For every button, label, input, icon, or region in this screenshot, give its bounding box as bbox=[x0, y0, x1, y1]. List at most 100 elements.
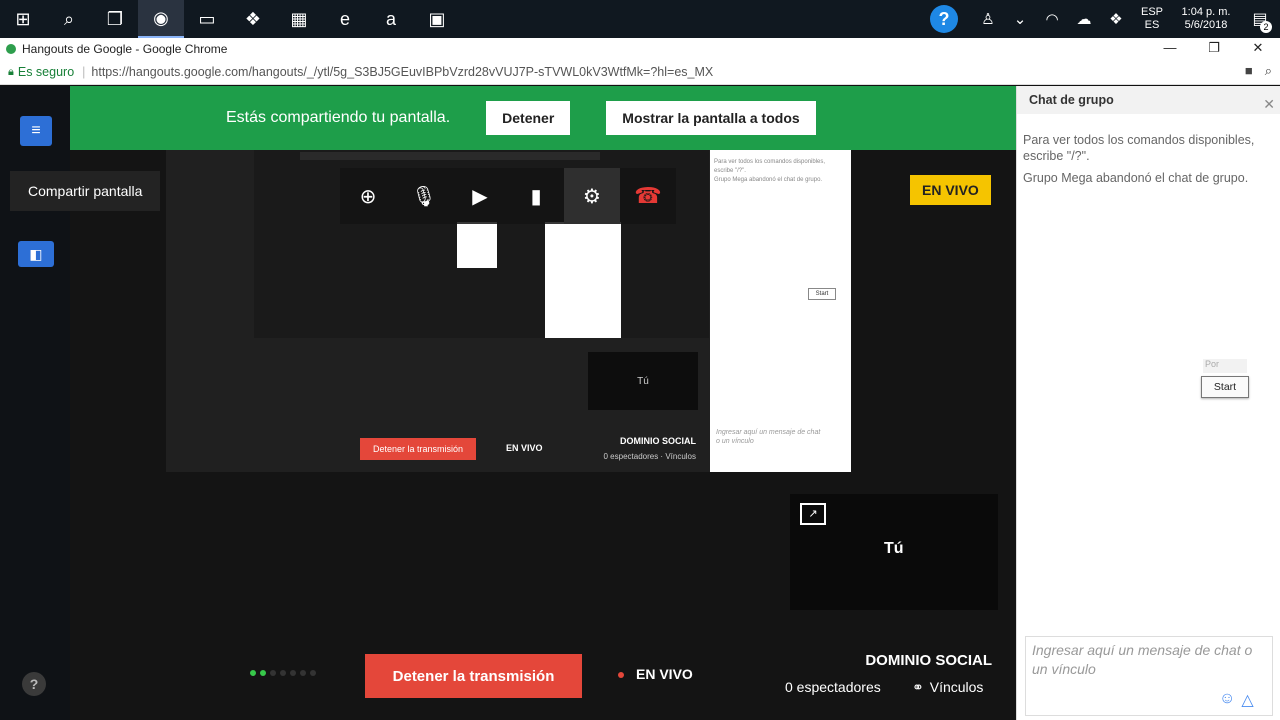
mic-level-dot bbox=[300, 670, 306, 676]
lang-bottom: ES bbox=[1144, 19, 1160, 31]
restore-button[interactable]: ❐ bbox=[1192, 38, 1236, 60]
live-indicator-dot bbox=[618, 672, 624, 678]
preview-white-block bbox=[457, 222, 497, 268]
mic-level-dot bbox=[310, 670, 316, 676]
show-screen-to-all-button[interactable]: Mostrar la pantalla a todos bbox=[606, 101, 816, 135]
mute-microphone-icon[interactable]: 🎙︎ bbox=[396, 168, 452, 224]
preview-chat-left: Grupo Mega abandonó el chat de grupo. bbox=[714, 177, 823, 183]
dropbox-tray-icon[interactable]: ❖ bbox=[1100, 10, 1132, 28]
secure-label[interactable]: Es seguro bbox=[18, 65, 74, 79]
viewer-count: 0 espectadores bbox=[785, 679, 881, 695]
preview-share-bar bbox=[300, 152, 600, 160]
live-badge: EN VIVO bbox=[910, 175, 991, 205]
notification-count: 2 bbox=[1260, 21, 1272, 33]
task-view-icon[interactable]: ❐ bbox=[92, 0, 138, 38]
minimize-button[interactable]: — bbox=[1148, 38, 1192, 60]
screen: ⊞ ⌕ ❐ ◉ ▭ ❖ ▦ e a ▣ ? ♙ ⌄ ◠ ☁ ❖ ESP ES 1… bbox=[0, 0, 1280, 720]
language-indicator[interactable]: ESP ES bbox=[1132, 6, 1172, 32]
preview-chat-panel: Para ver todos los comandos disponibles,… bbox=[710, 150, 851, 472]
chat-left-message: Grupo Mega abandonó el chat de grupo. bbox=[1023, 171, 1249, 185]
windows-start-icon[interactable]: ⊞ bbox=[0, 0, 46, 38]
window-titlebar: Hangouts de Google - Google Chrome — ❐ ✕ bbox=[0, 38, 1280, 60]
cloud-icon[interactable]: ☁ bbox=[1068, 10, 1100, 28]
preview-viewers: 0 espectadores · Vínculos bbox=[603, 452, 697, 461]
live-label: EN VIVO bbox=[636, 666, 693, 682]
lock-icon[interactable]: 🔒︎ bbox=[8, 66, 14, 79]
camera-off-icon[interactable]: ▶ bbox=[452, 168, 508, 224]
mic-level-dot bbox=[290, 670, 296, 676]
file-explorer-icon[interactable]: ▭ bbox=[184, 0, 230, 38]
preview-chat-block bbox=[545, 222, 621, 338]
self-view-label: Tú bbox=[884, 540, 904, 557]
self-view-tile[interactable]: ↗ Tú bbox=[790, 494, 998, 610]
mic-level-dot bbox=[270, 670, 276, 676]
broadcast-name: DOMINIO SOCIAL bbox=[865, 652, 992, 669]
expand-icon[interactable]: ↗ bbox=[800, 503, 826, 525]
chat-title: Chat de grupo bbox=[1029, 93, 1114, 107]
settings-gear-icon[interactable]: ⚙ bbox=[564, 168, 620, 224]
notification-center-icon[interactable]: ▤ 2 bbox=[1240, 9, 1280, 33]
help-button[interactable]: ? bbox=[22, 672, 46, 696]
amazon-icon[interactable]: a bbox=[368, 0, 414, 38]
hangouts-main: ≡ ◧ ? Compartir pantalla Estás compartie… bbox=[0, 86, 1016, 720]
start-button[interactable]: Start bbox=[1201, 376, 1249, 398]
wifi-icon[interactable]: ◠ bbox=[1036, 10, 1068, 28]
address-separator: | bbox=[82, 65, 86, 79]
links-label: Vínculos bbox=[929, 679, 984, 695]
search-icon[interactable]: ⌕ bbox=[46, 0, 92, 38]
preview-viewers-count: 0 espectadores bbox=[603, 452, 659, 461]
share-screen-tooltip: Compartir pantalla bbox=[10, 171, 160, 211]
windows-taskbar: ⊞ ⌕ ❐ ◉ ▭ ❖ ▦ e a ▣ ? ♙ ⌄ ◠ ☁ ❖ ESP ES 1… bbox=[0, 0, 1280, 38]
system-tray: ? ♙ ⌄ ◠ ☁ ❖ ESP ES 1:04 p. m. 5/6/2018 ▤… bbox=[930, 0, 1280, 38]
hang-up-icon[interactable]: ☎ bbox=[620, 168, 676, 224]
preview-domain: DOMINIO SOCIAL bbox=[620, 436, 696, 446]
chat-header: Chat de grupo ✕ bbox=[1017, 86, 1280, 114]
dropbox-icon[interactable]: ❖ bbox=[230, 0, 276, 38]
screen-share-banner: Estás compartiendo tu pantalla. Detener … bbox=[70, 86, 1016, 150]
chat-help-text: Para ver todos los comandos disponibles,… bbox=[1023, 133, 1255, 163]
emoji-icon[interactable]: ☺ bbox=[1219, 690, 1235, 710]
call-toolbar: ⊕ 🎙︎ ▶ ▮ ⚙ ☎ bbox=[340, 168, 676, 224]
stop-broadcast-button[interactable]: Detener la transmisión bbox=[365, 654, 582, 698]
preview-chat-text: Para ver todos los comandos disponibles,… bbox=[714, 158, 844, 185]
group-chat-panel: Chat de grupo ✕ Para ver todos los coman… bbox=[1016, 86, 1280, 720]
links-button[interactable]: ⚭ Vínculos bbox=[912, 679, 983, 696]
close-button[interactable]: ✕ bbox=[1236, 38, 1280, 60]
chat-icon[interactable]: ≡ bbox=[20, 116, 52, 146]
edge-icon[interactable]: e bbox=[322, 0, 368, 38]
drive-icon[interactable]: △ bbox=[1241, 690, 1253, 710]
store-icon[interactable]: ▦ bbox=[276, 0, 322, 38]
address-bar[interactable]: 🔒︎ Es seguro | https://hangouts.google.c… bbox=[0, 60, 1280, 85]
clock[interactable]: 1:04 p. m. 5/6/2018 bbox=[1172, 6, 1240, 32]
window-controls: — ❐ ✕ bbox=[1148, 38, 1280, 60]
chrome-icon[interactable]: ◉ bbox=[138, 0, 184, 38]
people-icon[interactable]: ♙ bbox=[972, 10, 1004, 28]
preview-self-view: Tú bbox=[588, 352, 698, 410]
link-icon: ⚭ bbox=[912, 679, 924, 695]
help-icon[interactable]: ? bbox=[930, 5, 958, 33]
preview-start-button: Start bbox=[808, 288, 836, 300]
start-prefix: Por bbox=[1203, 359, 1247, 373]
zoom-icon[interactable]: ⌕ bbox=[1265, 63, 1272, 79]
preview-chat-input: Ingresar aquí un mensaje de chat o un ví… bbox=[716, 429, 821, 445]
chat-input-actions: ☺ △ bbox=[1219, 690, 1254, 710]
share-message: Estás compartiendo tu pantalla. bbox=[226, 109, 451, 126]
preview-chat-help: Para ver todos los comandos disponibles,… bbox=[714, 159, 826, 174]
stop-sharing-button[interactable]: Detener bbox=[486, 101, 571, 135]
close-chat-icon[interactable]: ✕ bbox=[1263, 90, 1275, 118]
add-person-icon[interactable]: ⊕ bbox=[340, 168, 396, 224]
mic-level-dot bbox=[280, 670, 286, 676]
lang-top: ESP bbox=[1140, 6, 1163, 18]
signal-strength-icon[interactable]: ▮ bbox=[508, 168, 564, 224]
url-text[interactable]: https://hangouts.google.com/hangouts/_/y… bbox=[91, 65, 713, 79]
video-call-icon[interactable]: ◧ bbox=[18, 241, 54, 267]
window-title: Hangouts de Google - Google Chrome bbox=[22, 42, 228, 56]
mic-level-indicator bbox=[250, 670, 316, 676]
preview-live-label: EN VIVO bbox=[506, 443, 543, 453]
camera-icon[interactable]: ■ bbox=[1245, 63, 1253, 79]
photos-icon[interactable]: ▣ bbox=[414, 0, 460, 38]
address-bar-actions: ■ ⌕ bbox=[1245, 63, 1272, 79]
clock-time: 1:04 p. m. bbox=[1181, 6, 1231, 18]
chevron-up-icon[interactable]: ⌄ bbox=[1004, 10, 1036, 28]
mic-level-dot bbox=[260, 670, 266, 676]
